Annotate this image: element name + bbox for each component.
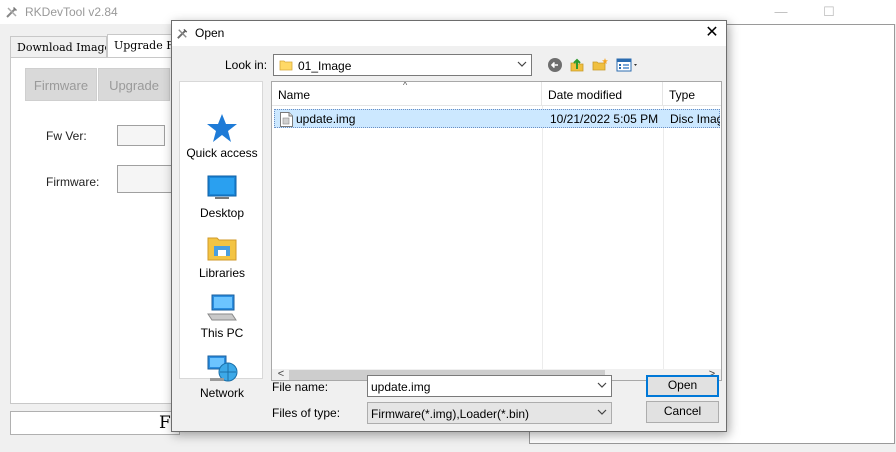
chevron-down-icon[interactable]	[597, 379, 607, 391]
folder-icon	[279, 60, 293, 71]
star-icon	[207, 114, 237, 142]
view-menu-icon[interactable]	[616, 57, 640, 73]
up-folder-icon[interactable]	[569, 57, 585, 73]
column-header-date[interactable]: Date modified	[542, 82, 663, 106]
look-in-dropdown[interactable]: 01_Image	[273, 54, 532, 76]
open-dialog: Open ✕ Look in: 01_Image Quick access De…	[171, 20, 727, 432]
file-row[interactable]: update.img 10/21/2022 5:05 PM Disc Image…	[274, 109, 720, 128]
tab-download-image[interactable]: Download Image	[10, 36, 107, 58]
dialog-titlebar[interactable]: Open ✕	[172, 21, 726, 46]
file-type-dropdown[interactable]: Firmware(*.img),Loader(*.bin)	[367, 402, 612, 424]
file-name: update.img	[296, 112, 356, 126]
libraries-icon	[207, 237, 237, 261]
column-label: Date modified	[548, 88, 623, 102]
column-header-name[interactable]: ^ Name	[272, 82, 542, 106]
place-label: Desktop	[199, 206, 245, 220]
file-list: ^ Name Date modified Type update.img 10/…	[271, 81, 722, 381]
place-quick-access[interactable]: Quick access	[180, 112, 264, 160]
firmware-path-field	[117, 165, 173, 193]
app-title: RKDevTool v2.84	[25, 5, 118, 19]
place-network[interactable]: Network	[180, 352, 264, 400]
maximize-button[interactable]: ☐	[806, 0, 852, 24]
sort-up-icon: ^	[403, 82, 408, 90]
computer-icon	[207, 294, 237, 321]
place-label: This PC	[200, 326, 244, 340]
file-type-label: Files of type:	[272, 406, 341, 420]
desktop-icon	[207, 175, 237, 199]
file-list-header: ^ Name Date modified Type	[272, 82, 721, 106]
network-icon	[207, 355, 238, 382]
file-type: Disc Image File	[670, 112, 720, 126]
column-label: Name	[278, 88, 311, 102]
disc-image-file-icon	[280, 112, 293, 127]
cancel-button[interactable]: Cancel	[646, 401, 719, 423]
dialog-title: Open	[195, 26, 225, 40]
open-button[interactable]: Open	[646, 375, 719, 397]
tools-icon	[177, 28, 188, 39]
column-header-type[interactable]: Type	[663, 82, 721, 106]
place-this-pc[interactable]: This PC	[180, 292, 264, 340]
column-label: Type	[669, 88, 696, 102]
upgrade-panel	[10, 57, 180, 404]
tools-icon	[6, 7, 17, 18]
place-label: Quick access	[186, 146, 258, 160]
place-label: Libraries	[198, 266, 246, 280]
chevron-down-icon	[597, 409, 607, 415]
firmware-button[interactable]: Firmware	[25, 68, 97, 101]
places-bar: Quick access Desktop Libraries This PC N…	[179, 81, 264, 400]
fw-ver-field	[117, 125, 165, 146]
new-folder-icon[interactable]	[592, 57, 608, 73]
chevron-down-icon	[517, 61, 527, 67]
file-name-input[interactable]: update.img	[367, 375, 612, 397]
place-desktop[interactable]: Desktop	[180, 172, 264, 220]
minimize-button[interactable]: —	[758, 0, 804, 24]
file-name-label: File name:	[272, 380, 329, 394]
look-in-label: Look in:	[225, 58, 268, 72]
file-type-value: Firmware(*.img),Loader(*.bin)	[371, 407, 530, 421]
status-box: F	[10, 411, 180, 435]
look-in-value: 01_Image	[298, 59, 352, 73]
fw-ver-label: Fw Ver:	[46, 129, 87, 143]
upgrade-button[interactable]: Upgrade	[98, 68, 170, 101]
close-button[interactable]: ✕	[698, 21, 726, 46]
file-name-value: update.img	[371, 380, 431, 394]
column-divider	[542, 106, 543, 369]
file-date: 10/21/2022 5:05 PM	[550, 112, 659, 126]
place-label: Network	[199, 386, 244, 400]
back-icon[interactable]	[547, 57, 563, 73]
firmware-label: Firmware:	[46, 175, 100, 189]
place-libraries[interactable]: Libraries	[180, 232, 264, 280]
column-divider	[663, 106, 664, 369]
